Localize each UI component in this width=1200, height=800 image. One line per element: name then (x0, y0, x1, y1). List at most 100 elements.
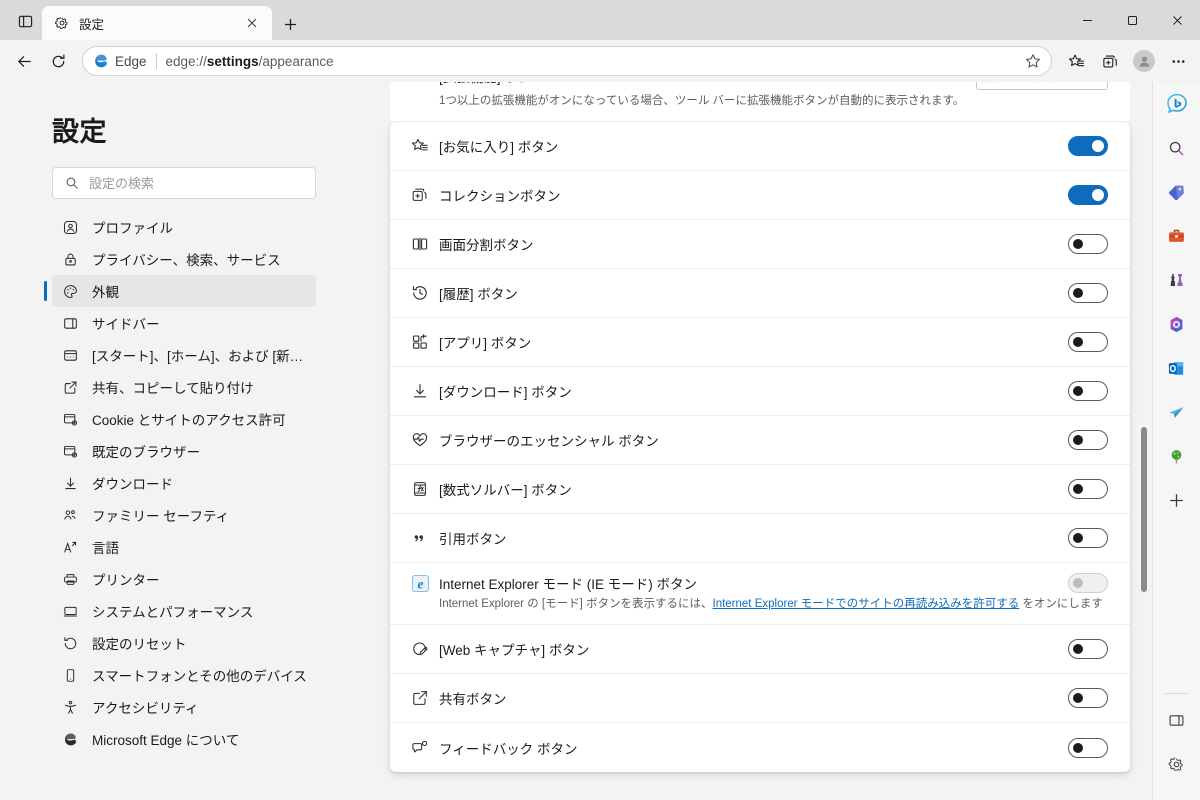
tab-search-icon[interactable] (8, 4, 42, 38)
sidebar-item-newtab[interactable]: [スタート]、[ホーム]、および [新規] タブ (52, 339, 316, 371)
svg-text:e: e (417, 576, 423, 591)
scrollbar-thumb[interactable] (1141, 426, 1147, 592)
games-icon[interactable] (1161, 264, 1193, 296)
close-icon[interactable] (240, 11, 264, 35)
sidebar-item-default-browser[interactable]: 既定のブラウザー (52, 435, 316, 467)
browser-toolbar: Edge edge://settings/appearance (0, 40, 1200, 82)
dropdown-value: 自動的に表示 (987, 82, 1062, 85)
toggle-split-screen-button[interactable] (1068, 234, 1108, 254)
setting-label: 画面分割ボタン (439, 238, 534, 253)
profile-avatar[interactable] (1128, 45, 1160, 77)
newtab-icon (62, 347, 78, 363)
sidebar-item-label: アクセシビリティ (92, 701, 199, 716)
setting-row-browser-essentials-button: ブラウザーのエッセンシャル ボタン (390, 416, 1130, 465)
sidebar-item-downloads[interactable]: ダウンロード (52, 467, 316, 499)
setting-label: [履歴] ボタン (439, 287, 518, 302)
setting-row-share-button: 共有ボタン (390, 674, 1130, 724)
sidebar-item-system[interactable]: システムとパフォーマンス (52, 595, 316, 627)
setting-label: コレクションボタン (439, 189, 561, 204)
settings-page: 設定 プロファイル (0, 82, 1152, 800)
more-options-icon[interactable] (1162, 45, 1194, 77)
toggle-web-capture-button[interactable] (1068, 639, 1108, 660)
sidebar-item-privacy[interactable]: プライバシー、検索、サービス (52, 243, 316, 275)
settings-search-box[interactable] (52, 167, 316, 199)
sidebar-item-languages[interactable]: 言語 (52, 531, 316, 563)
toggle-downloads-button[interactable] (1068, 381, 1108, 401)
collections-icon[interactable] (1094, 45, 1126, 77)
settings-sidebar: 設定 プロファイル (0, 82, 342, 800)
browser-window: 設定 Edge edge://settings/appearance 設定 設定… (0, 0, 1200, 800)
sidebar-item-label: プロファイル (92, 221, 173, 236)
toggle-apps-button[interactable] (1068, 332, 1108, 352)
back-icon[interactable] (8, 45, 40, 77)
sidebar-item-accessibility[interactable]: アクセシビリティ (52, 691, 316, 723)
minimize-button[interactable] (1065, 0, 1110, 40)
setting-row-ie-mode-button: e Internet Explorer モード (IE モード) ボタン Int… (390, 563, 1130, 626)
toggle-favorites-button[interactable] (1068, 136, 1108, 156)
setting-row-math-solver-button: [数式ソルバー] ボタン (390, 465, 1130, 514)
setting-row-split-screen-button: 画面分割ボタン (390, 220, 1130, 269)
sidebar-item-sidebar[interactable]: サイドバー (52, 307, 316, 339)
toggle-feedback-button[interactable] (1068, 737, 1108, 758)
send-paper-plane-icon[interactable] (1161, 396, 1193, 428)
sidebar-item-printers[interactable]: プリンター (52, 563, 316, 595)
window-controls (1065, 0, 1200, 40)
toggle-ie-mode-button[interactable] (1068, 573, 1108, 593)
search-icon[interactable] (1161, 132, 1193, 164)
extensions-icon (410, 82, 430, 86)
setting-row-citations-button: 引用ボタン (390, 514, 1130, 563)
microsoft-365-icon[interactable] (1161, 308, 1193, 340)
sidebar-item-profile[interactable]: プロファイル (52, 211, 316, 243)
sidebar-item-cookies[interactable]: Cookie とサイトのアクセス許可 (52, 403, 316, 435)
setting-label: Internet Explorer モード (IE モード) ボタン (439, 577, 698, 592)
sidebar-item-label: ファミリー セーフティ (92, 509, 230, 524)
address-bar[interactable]: Edge edge://settings/appearance (82, 46, 1052, 76)
apps-icon (410, 332, 430, 352)
setting-row-web-capture-button: [Web キャプチャ] ボタン (390, 625, 1130, 675)
ie-mode-link[interactable]: Internet Explorer モードでのサイトの再読み込みを許可する (713, 598, 1020, 610)
sidebar-item-share[interactable]: 共有、コピーして貼り付け (52, 371, 316, 403)
sidebar-item-phone-devices[interactable]: スマートフォンとその他のデバイス (52, 659, 316, 691)
outlook-icon[interactable] (1161, 352, 1193, 384)
toggle-citations-button[interactable] (1068, 528, 1108, 548)
url-text: edge://settings/appearance (165, 53, 334, 69)
toggle-collections-button[interactable] (1068, 185, 1108, 205)
search-input[interactable] (89, 175, 303, 191)
sidebar-item-family-safety[interactable]: ファミリー セーフティ (52, 499, 316, 531)
browser-essentials-icon (410, 430, 430, 450)
sidebar-item-about-edge[interactable]: Microsoft Edge について (52, 723, 316, 755)
web-capture-icon (410, 639, 430, 659)
sidebar-item-label: 設定のリセット (92, 637, 187, 652)
add-favorite-icon[interactable] (1019, 48, 1047, 74)
content-scrollbar[interactable] (1138, 82, 1150, 800)
tab-strip: 設定 (0, 0, 1200, 40)
avatar (1133, 50, 1155, 72)
tree-icon[interactable] (1161, 440, 1193, 472)
tab-settings[interactable]: 設定 (42, 6, 272, 40)
setting-row-extensions-button: [拡張機能] ボタン 自動的に表示 1つ以上の拡張機能がオンになっている場合、ツ… (390, 82, 1130, 122)
setting-label: [拡張機能] ボタン (439, 82, 976, 86)
add-icon[interactable] (1161, 484, 1193, 516)
tools-briefcase-icon[interactable] (1161, 220, 1193, 252)
sidebar-item-label: 既定のブラウザー (92, 445, 200, 460)
close-window-button[interactable] (1155, 0, 1200, 40)
shopping-tag-icon[interactable] (1161, 176, 1193, 208)
toggle-history-button[interactable] (1068, 283, 1108, 303)
new-tab-button[interactable] (278, 12, 302, 36)
sidebar-item-label: [スタート]、[ホーム]、および [新規] タブ (92, 349, 316, 364)
sidebar-divider (1164, 693, 1189, 694)
gear-icon[interactable] (1161, 748, 1193, 780)
extensions-visibility-dropdown[interactable]: 自動的に表示 (976, 82, 1108, 90)
copilot-bing-icon[interactable] (1161, 88, 1193, 120)
toggle-math-solver-button[interactable] (1068, 479, 1108, 499)
feedback-icon (410, 738, 430, 758)
favorites-icon[interactable] (1060, 45, 1092, 77)
toggle-share-button[interactable] (1068, 688, 1108, 709)
toggle-browser-essentials-button[interactable] (1068, 430, 1108, 450)
sidebar-item-appearance[interactable]: 外観 (44, 275, 316, 307)
sidebar-toggle-icon[interactable] (1161, 704, 1193, 736)
refresh-icon[interactable] (42, 45, 74, 77)
maximize-button[interactable] (1110, 0, 1155, 40)
setting-row-collections-button: コレクションボタン (390, 171, 1130, 220)
sidebar-item-reset[interactable]: 設定のリセット (52, 627, 316, 659)
